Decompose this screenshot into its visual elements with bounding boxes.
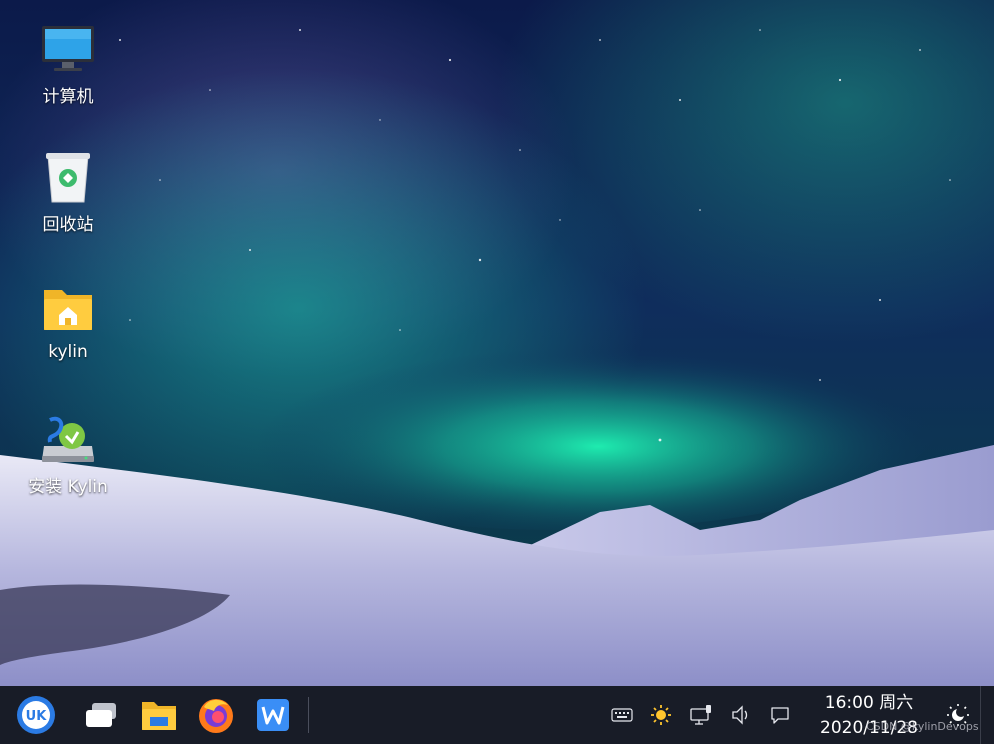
- desktop-icon-label: 回收站: [42, 215, 94, 235]
- desktop-icon-home[interactable]: kylin: [13, 282, 123, 362]
- home-folder-icon: [38, 282, 98, 338]
- network-icon: [690, 705, 711, 725]
- firefox-button[interactable]: [193, 692, 239, 738]
- network-button[interactable]: [686, 700, 716, 730]
- taskbar-separator: [308, 697, 309, 733]
- brightness-button[interactable]: [646, 700, 676, 730]
- show-desktop-button[interactable]: [980, 686, 994, 744]
- desktop-icon-label: 安装 Kylin: [28, 477, 108, 497]
- installer-icon: [38, 412, 98, 468]
- firefox-icon: [199, 699, 233, 733]
- desktop-icon-label: 计算机: [42, 87, 94, 107]
- desktop-icon-trash[interactable]: 回收站: [13, 150, 123, 235]
- wallpaper: [0, 0, 994, 686]
- taskbar: UK 16:00 周六 2020/11/28: [0, 686, 994, 744]
- wps-writer-button[interactable]: [250, 692, 296, 738]
- desktop-icon-computer[interactable]: 计算机: [13, 22, 123, 107]
- clock[interactable]: 16:00 周六 2020/11/28: [806, 690, 932, 742]
- trash-icon: [38, 150, 98, 206]
- brightness-icon: [651, 705, 671, 725]
- keyboard-icon: [611, 708, 633, 722]
- keyboard-layout-button[interactable]: [607, 700, 637, 730]
- multitask-view-icon: [86, 703, 116, 727]
- wps-writer-icon: [257, 699, 289, 731]
- file-manager-icon: [142, 702, 176, 730]
- desktop-icon-grid: 计算机 回收站 kylin 安装 Kylin: [0, 0, 140, 520]
- computer-icon: [38, 22, 98, 78]
- desktop-icon-installer[interactable]: 安装 Kylin: [13, 412, 123, 497]
- svg-text:UK: UK: [26, 709, 48, 724]
- clock-time: 16:00 周六: [824, 693, 914, 713]
- ukui-start-icon: UK: [17, 696, 55, 734]
- desktop-icon-label: kylin: [48, 342, 88, 362]
- multitask-view-button[interactable]: [78, 692, 124, 738]
- desktop: 计算机 回收站 kylin 安装 Kylin UK 16:00 周六 2020/…: [0, 0, 994, 744]
- notification-icon: [771, 707, 789, 724]
- notification-center-button[interactable]: [765, 700, 795, 730]
- watermark: CSDN @kylinDevops: [866, 720, 979, 733]
- start-menu-button[interactable]: UK: [13, 692, 59, 738]
- volume-icon: [732, 705, 748, 725]
- file-manager-button[interactable]: [136, 692, 182, 738]
- volume-button[interactable]: [726, 700, 756, 730]
